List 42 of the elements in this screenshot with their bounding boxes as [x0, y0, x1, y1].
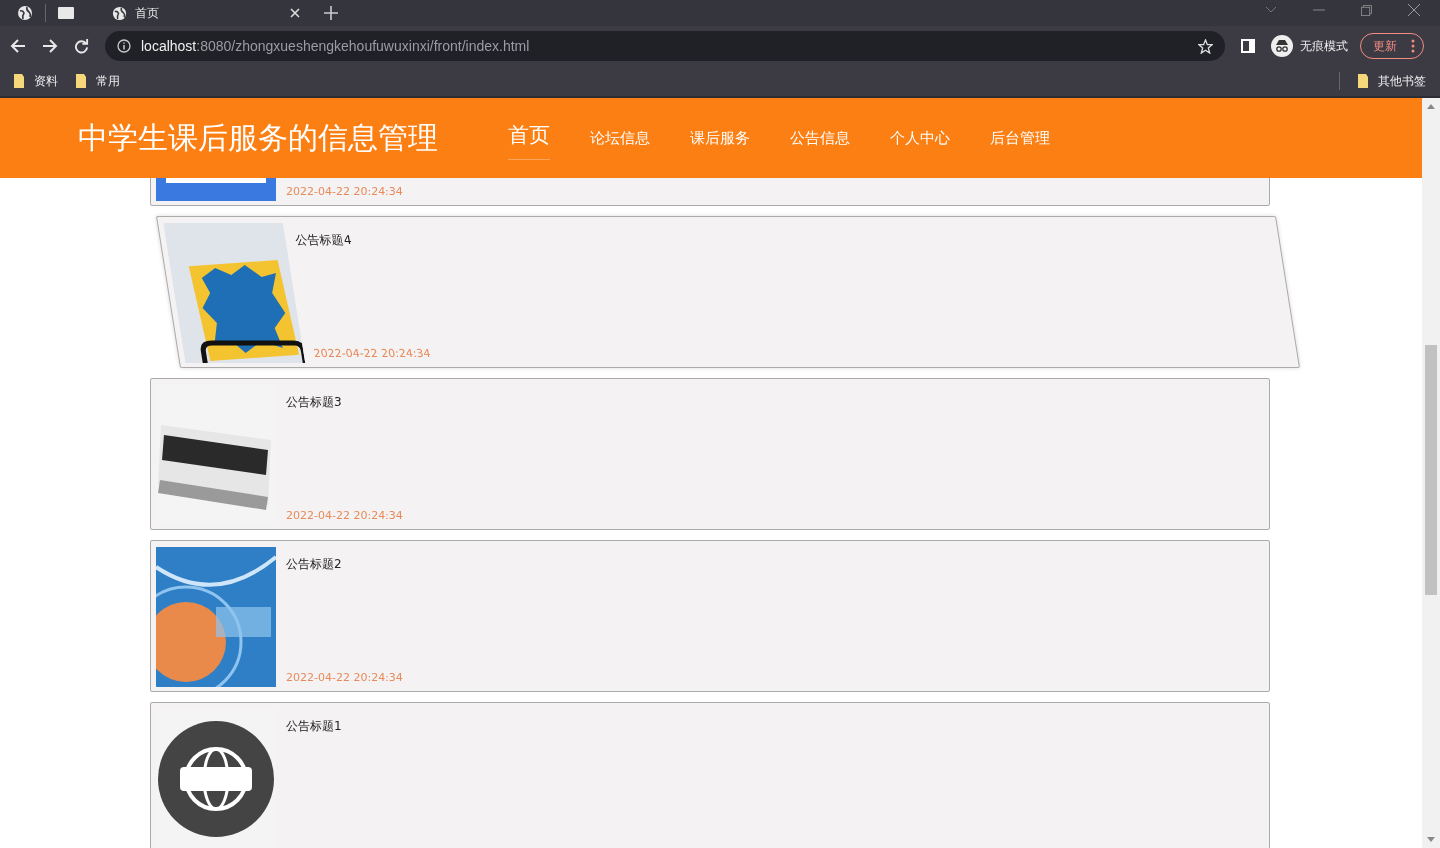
url-text: localhost:8080/zhongxueshengkehoufuwuxinxi/front/index.html: [141, 38, 531, 54]
bookmark-folder[interactable]: 资料: [14, 72, 58, 90]
notice-date: 2022-04-22 20:24:34: [286, 185, 403, 198]
bookmark-folder[interactable]: 常用: [76, 72, 120, 90]
notice-card[interactable]: 公告标题4 2022-04-22 20:24:34: [155, 216, 1301, 368]
folder-icon: [14, 74, 24, 88]
browser-tab[interactable]: 首页: [90, 0, 312, 26]
notice-title[interactable]: 公告标题1: [286, 718, 342, 735]
address-bar[interactable]: localhost:8080/zhongxueshengkehoufuwuxinxi/front/index.html: [105, 31, 1225, 61]
scrollbar[interactable]: [1422, 98, 1440, 848]
incognito-button[interactable]: 无痕模式: [1271, 35, 1348, 57]
restore-icon[interactable]: [1361, 4, 1372, 16]
notice-title[interactable]: 公告标题4: [294, 232, 414, 249]
notice-date: 2022-04-22 20:24:34: [312, 347, 432, 360]
close-icon[interactable]: [1408, 4, 1420, 16]
notice-date: 2022-04-22 20:24:34: [286, 509, 403, 522]
notice-card[interactable]: 公告标题2 2022-04-22 20:24:34: [150, 540, 1270, 692]
sidebar-icon[interactable]: [1241, 39, 1255, 53]
notice-title[interactable]: 公告标题3: [286, 394, 403, 411]
plus-icon[interactable]: [324, 6, 338, 20]
notice-title[interactable]: 公告标题2: [286, 556, 403, 573]
scroll-up-icon[interactable]: [1427, 104, 1435, 109]
notice-card[interactable]: 公告标题1: [150, 702, 1270, 848]
scroll-down-icon[interactable]: [1427, 837, 1435, 842]
info-icon: [117, 39, 131, 53]
globe-icon[interactable]: [17, 5, 33, 21]
notice-date: 2022-04-22 20:24:34: [286, 671, 403, 684]
forward-icon[interactable]: [42, 38, 58, 54]
notice-card[interactable]: 公告标题3 2022-04-22 20:24:34: [150, 378, 1270, 530]
incognito-icon: [1271, 35, 1293, 57]
reload-icon[interactable]: [74, 38, 89, 54]
site-title: 中学生课后服务的信息管理: [78, 118, 438, 157]
chevron-icon[interactable]: [1265, 6, 1277, 14]
bookmark-folder[interactable]: 其他书签: [1358, 72, 1426, 90]
folder-icon: [76, 74, 86, 88]
star-icon[interactable]: [1198, 38, 1213, 54]
more-icon: [1411, 39, 1415, 53]
tab-title: 首页: [135, 4, 160, 22]
folder-icon: [1358, 74, 1368, 88]
back-icon[interactable]: [10, 38, 26, 54]
globe-icon: [112, 5, 127, 21]
scrollbar-thumb[interactable]: [1425, 345, 1437, 595]
